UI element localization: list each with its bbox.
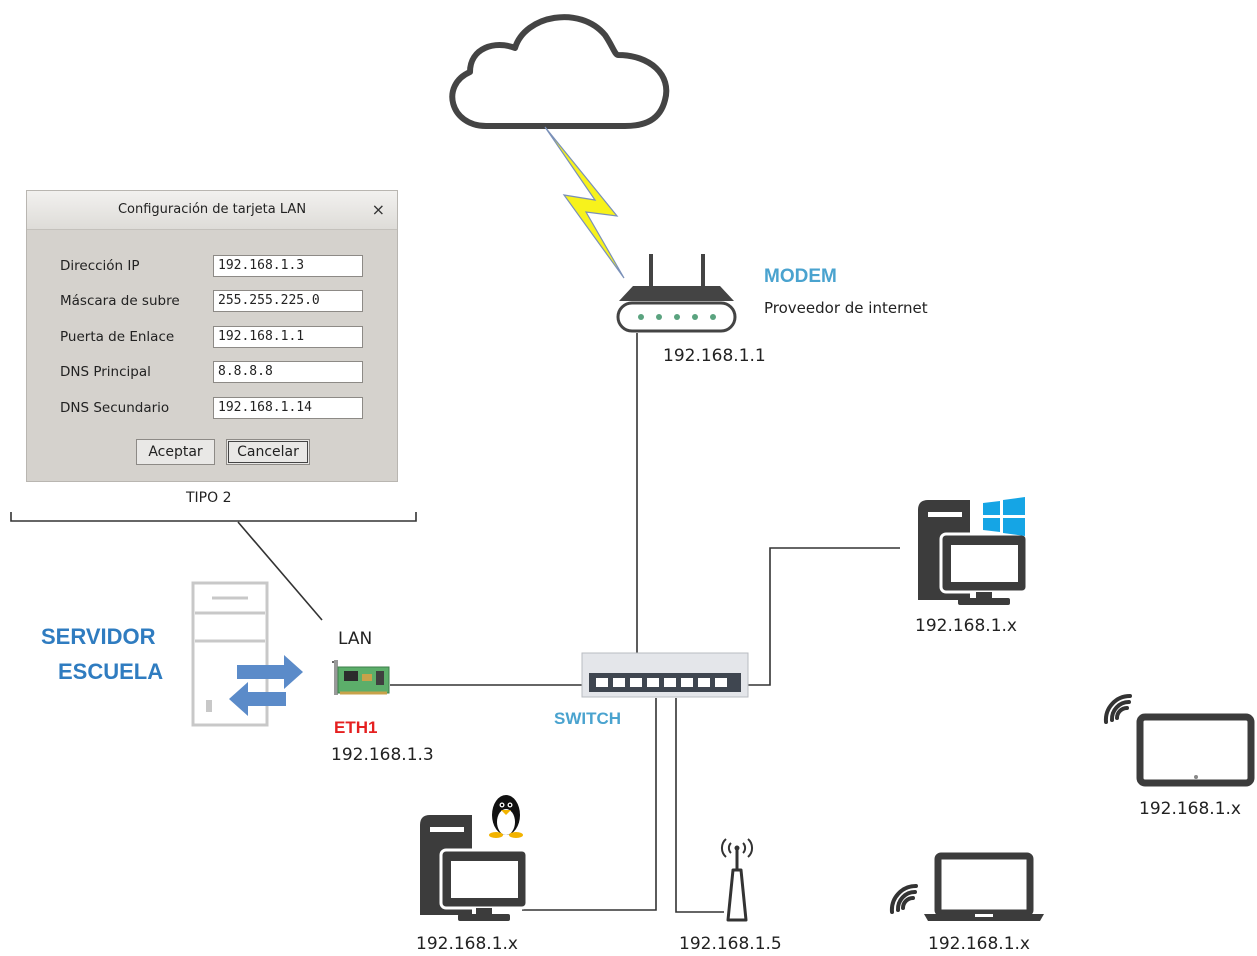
- laptop-icon: [924, 852, 1044, 921]
- ip-address-field[interactable]: 192.168.1.3: [213, 255, 363, 277]
- switch-ap-link: [675, 698, 724, 913]
- linux-pc-ip: 192.168.1.x: [416, 934, 518, 954]
- switch-linux-link: [522, 698, 657, 911]
- close-icon[interactable]: ×: [372, 200, 385, 219]
- gateway-label: Puerta de Enlace: [60, 329, 175, 345]
- dns-primary-label: DNS Principal: [60, 364, 151, 380]
- linux-tux-icon: [489, 795, 523, 838]
- dialog-caption: TIPO 2: [186, 490, 232, 506]
- access-point-icon: [720, 838, 754, 922]
- switch-name: SWITCH: [554, 709, 622, 728]
- modem-subtitle: Proveedor de internet: [764, 299, 928, 317]
- ip-address-label: Dirección IP: [60, 258, 140, 274]
- dns-secondary-label: DNS Secundario: [60, 400, 170, 416]
- server-name-line1: SERVIDOR: [41, 624, 156, 649]
- nic-name: ETH1: [334, 718, 378, 737]
- router-icon: [616, 254, 737, 333]
- dialog-title: Configuración de tarjeta LAN: [117, 202, 307, 217]
- laptop-ip: 192.168.1.x: [928, 934, 1030, 954]
- dns-primary-field[interactable]: 8.8.8.8: [213, 361, 363, 383]
- cancel-button[interactable]: Cancelar: [226, 439, 310, 465]
- network-card-icon: [332, 660, 390, 695]
- switch-windows-link: [745, 547, 900, 686]
- wifi-signal-icon: [1103, 693, 1132, 724]
- lan-config-dialog: Configuración de tarjeta LAN × Dirección…: [26, 190, 398, 482]
- subnet-mask-field[interactable]: 255.255.225.0: [213, 290, 363, 312]
- cloud-icon: [449, 14, 670, 129]
- tablet-icon: [1136, 713, 1255, 787]
- subnet-mask-label: Máscara de subre: [60, 293, 180, 309]
- accept-button[interactable]: Aceptar: [136, 439, 215, 465]
- nic-lan-label: LAN: [338, 629, 373, 649]
- dns-secondary-field[interactable]: 192.168.1.14: [213, 397, 363, 419]
- desktop-computer-icon: [918, 500, 1029, 605]
- switch-icon: [581, 652, 749, 698]
- access-point-ip: 192.168.1.5: [679, 934, 782, 954]
- tipo-bracket: [10, 512, 417, 522]
- lightning-icon: [544, 126, 625, 279]
- dialog-titlebar: Configuración de tarjeta LAN ×: [27, 191, 397, 230]
- nic-ip: 192.168.1.3: [331, 745, 434, 765]
- modem-ip: 192.168.1.1: [663, 346, 766, 366]
- tablet-ip: 192.168.1.x: [1139, 799, 1241, 819]
- modem-name: MODEM: [764, 266, 837, 287]
- windows-pc-ip: 192.168.1.x: [915, 616, 1017, 636]
- gateway-field[interactable]: 192.168.1.1: [213, 326, 363, 348]
- windows-logo-icon: [983, 497, 1025, 536]
- server-name-line2: ESCUELA: [58, 659, 164, 684]
- wifi-signal-icon-laptop: [889, 883, 918, 914]
